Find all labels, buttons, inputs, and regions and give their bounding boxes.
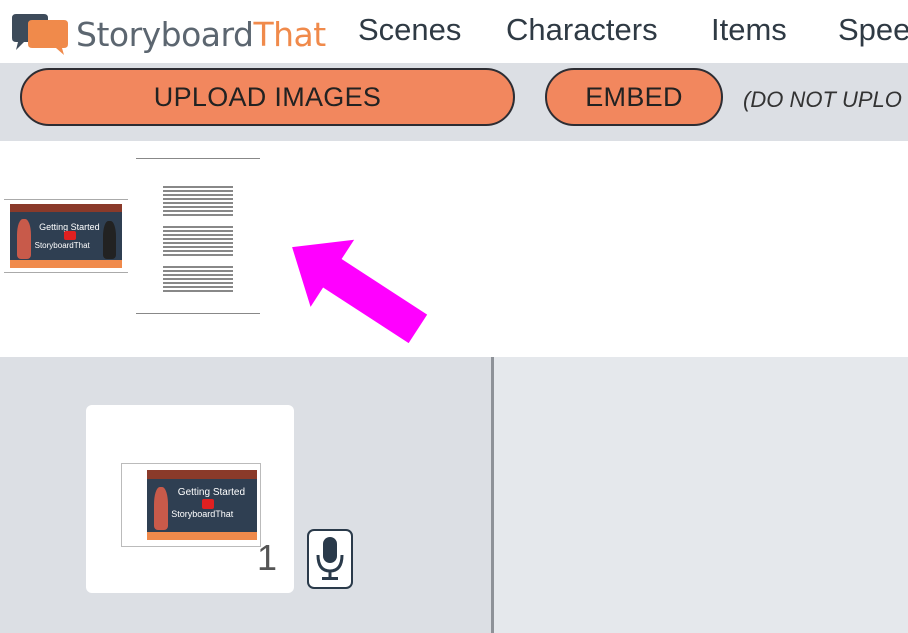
logo-text-that: That [253, 15, 326, 54]
uploaded-images-tray: Getting Started StoryboardThat [0, 141, 908, 357]
video-brand: StoryboardThat [171, 508, 234, 519]
video-preview: Getting Started StoryboardThat [147, 470, 257, 540]
upload-note: (DO NOT UPLO [743, 87, 902, 112]
storyboardthat-logo[interactable]: StoryboardThat [10, 12, 330, 56]
top-navigation: StoryboardThat Scenes Characters Items S… [0, 0, 908, 63]
storyboard-workspace: Getting Started StoryboardThat 1 [0, 357, 908, 633]
cell-number: 1 [257, 537, 278, 578]
document-text-lines [163, 186, 233, 294]
embed-button[interactable]: EMBED [545, 68, 723, 126]
cell-image[interactable]: Getting Started StoryboardThat [121, 463, 261, 547]
nav-scenes[interactable]: Scenes [358, 12, 461, 48]
microphone-button[interactable] [307, 529, 353, 589]
nav-speech[interactable]: Speech [838, 12, 908, 48]
speech-bubbles-logo-icon [12, 14, 68, 55]
right-panel [494, 357, 908, 633]
video-title: Getting Started [177, 486, 246, 498]
video-footer [10, 260, 122, 268]
character-figure [153, 486, 168, 531]
uploaded-image-video-thumbnail[interactable]: Getting Started StoryboardThat [4, 199, 128, 273]
pointer-arrow-icon [292, 239, 428, 343]
character-figure [102, 220, 117, 260]
video-preview: Getting Started StoryboardThat [10, 204, 122, 268]
video-brand: StoryboardThat [34, 241, 90, 251]
video-top-bar [10, 204, 122, 213]
nav-characters[interactable]: Characters [506, 12, 658, 48]
logo-text: StoryboardThat [76, 15, 326, 54]
upload-images-button[interactable]: UPLOAD IMAGES [20, 68, 515, 126]
play-icon [63, 230, 77, 240]
nav-items[interactable]: Items [711, 12, 787, 48]
video-footer [147, 531, 257, 540]
logo-text-story: Storyboard [76, 15, 254, 54]
character-figure [16, 219, 32, 260]
uploaded-image-document-thumbnail[interactable] [136, 158, 260, 314]
video-top-bar [147, 470, 257, 480]
image-toolbar: UPLOAD IMAGES EMBED (DO NOT UPLO [0, 63, 908, 141]
microphone-icon [316, 537, 344, 580]
